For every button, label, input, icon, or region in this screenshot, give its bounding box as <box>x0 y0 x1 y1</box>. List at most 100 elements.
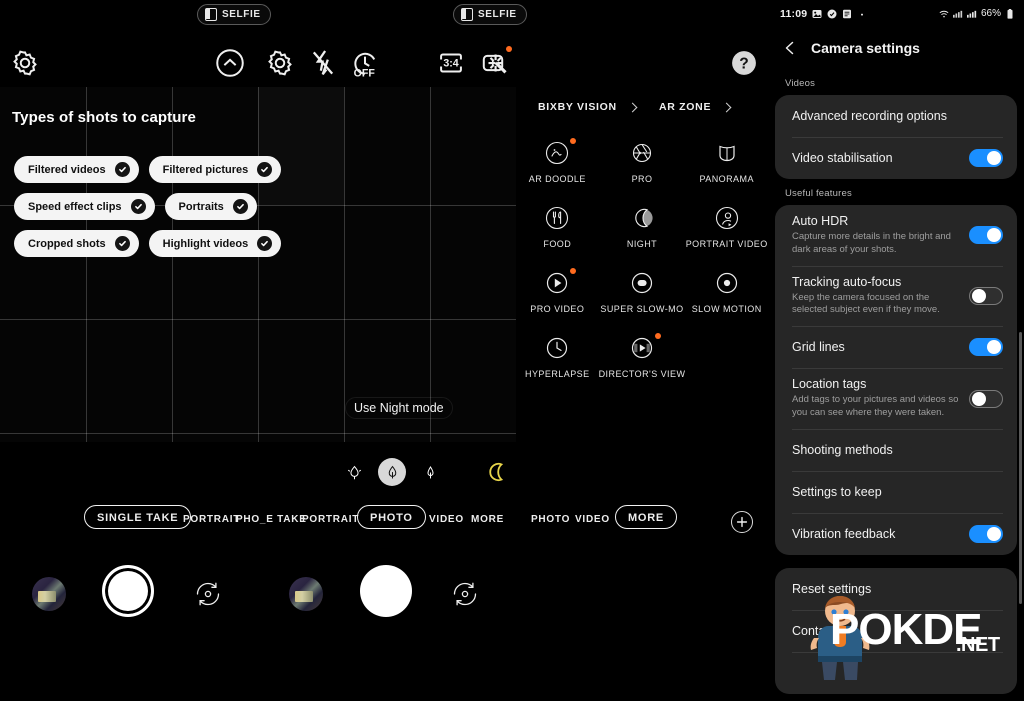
setting-title: Settings to keep <box>792 484 882 499</box>
setting-title: Auto HDR <box>792 214 849 228</box>
mode-more-selected[interactable]: MORE <box>615 505 677 529</box>
setting-settings-to-keep[interactable]: Settings to keep <box>775 470 1017 513</box>
mode-label: PANORAMA <box>699 174 754 184</box>
mode-pro[interactable]: PRO <box>599 139 686 184</box>
toggle-auto-hdr[interactable] <box>969 226 1003 245</box>
flip-camera-button[interactable] <box>188 574 228 614</box>
mode-super-slow-mo[interactable]: SUPER SLOW-MO <box>599 269 686 314</box>
flash-off-icon[interactable] <box>306 46 340 80</box>
shot-type-chip-group: Filtered videos Filtered pictures Speed … <box>14 156 314 267</box>
grid-line-horizontal <box>0 319 516 320</box>
filters-icon[interactable] <box>480 46 514 80</box>
flip-camera-button[interactable] <box>445 574 485 614</box>
selfie-panel-icon <box>461 8 473 21</box>
mode-pro-video[interactable]: PRO VIDEO <box>516 268 599 314</box>
mode-food[interactable]: FOOD <box>516 204 599 249</box>
chip-row: Filtered videos Filtered pictures <box>14 156 314 183</box>
notification-dot <box>570 138 577 144</box>
bixby-vision-link[interactable]: BIXBY VISION <box>538 101 638 113</box>
mode-label: PRO VIDEO <box>530 304 585 314</box>
setting-contact-us[interactable]: Contact us <box>775 609 1017 652</box>
setting-grid-lines[interactable]: Grid lines <box>775 326 1017 368</box>
settings-title: Camera settings <box>811 40 920 56</box>
zoom-tree-tele-icon[interactable] <box>416 458 444 486</box>
setting-video-stabilisation[interactable]: Video stabilisation <box>775 137 1017 179</box>
svg-text:?: ? <box>739 56 749 73</box>
add-mode-button[interactable] <box>731 511 753 533</box>
setting-advanced-recording-options[interactable]: Advanced recording options <box>775 95 1017 137</box>
chip-cropped-shots[interactable]: Cropped shots <box>14 230 139 257</box>
toggle-tracking-auto-focus[interactable] <box>969 286 1003 305</box>
mode-night[interactable]: NIGHT <box>599 204 686 249</box>
settings-scrollbar[interactable] <box>1019 332 1022 604</box>
help-icon[interactable]: ? <box>727 46 761 80</box>
shutter-button[interactable] <box>360 565 412 617</box>
chip-filtered-pictures[interactable]: Filtered pictures <box>148 156 282 183</box>
settings-card-useful-features: Auto HDR Capture more details in the bri… <box>775 205 1017 555</box>
mode-slow-motion[interactable]: SLOW MOTION <box>685 269 768 314</box>
mode-more-a[interactable]: MORE <box>471 508 504 532</box>
mode-photo-selected[interactable]: PHOTO <box>357 505 426 529</box>
back-icon[interactable] <box>782 40 798 56</box>
mode-single-take[interactable]: SINGLE TAKE <box>84 505 192 529</box>
svg-text:OFF: OFF <box>354 67 376 79</box>
app-icon <box>827 9 837 19</box>
aspect-ratio-icon[interactable]: 3:4 <box>434 46 468 80</box>
chevron-up-circle-icon[interactable] <box>213 46 247 80</box>
mode-directors-view[interactable]: DIRECTOR'S VIEW <box>599 333 686 379</box>
mode-ar-doodle[interactable]: AR DOODLE <box>516 138 599 184</box>
ar-zone-link[interactable]: AR ZONE <box>659 101 732 113</box>
selfie-badge[interactable]: SELFIE <box>453 4 527 25</box>
mode-video-b[interactable]: VIDEO <box>575 508 610 532</box>
toggle-grid-lines[interactable] <box>969 338 1003 357</box>
mode-portrait-video[interactable]: PORTRAIT VIDEO <box>685 204 768 249</box>
gallery-thumbnail[interactable] <box>289 577 323 611</box>
setting-vibration-feedback[interactable]: Vibration feedback <box>775 512 1017 555</box>
mode-panorama[interactable]: PANORAMA <box>685 139 768 184</box>
ar-doodle-icon <box>543 138 577 167</box>
panorama-icon <box>713 139 741 167</box>
mode-photo-b[interactable]: PHOTO <box>531 508 570 532</box>
mode-portrait-a[interactable]: PORTRAIT <box>183 508 240 532</box>
setting-placeholder-row <box>775 651 1017 694</box>
zoom-tree-normal-icon[interactable] <box>378 458 406 486</box>
check-icon <box>130 199 146 214</box>
setting-title: Shooting methods <box>792 442 893 457</box>
setting-location-tags[interactable]: Location tags Add tags to your pictures … <box>775 368 1017 429</box>
setting-reset-settings[interactable]: Reset settings <box>775 568 1017 610</box>
mode-photo-take[interactable]: PHO_E TAKE <box>236 508 307 532</box>
mode-hyperlapse[interactable]: HYPERLAPSE <box>516 334 599 379</box>
toggle-video-stabilisation[interactable] <box>969 149 1003 167</box>
gear-icon[interactable] <box>263 46 297 80</box>
screenshot-root: SELFIE SELFIE OFF 3:4 ? Types of shots t… <box>0 0 1024 701</box>
chip-speed-effect-clips[interactable]: Speed effect clips <box>14 193 155 220</box>
mode-video-a[interactable]: VIDEO <box>429 508 464 532</box>
setting-shooting-methods[interactable]: Shooting methods <box>775 428 1017 471</box>
check-icon <box>114 236 130 251</box>
page-title: Types of shots to capture <box>12 109 196 126</box>
mode-menu-panel: BIXBY VISION AR ZONE AR DOODLE PRO PANOR… <box>516 87 768 442</box>
setting-auto-hdr[interactable]: Auto HDR Capture more details in the bri… <box>775 205 1017 266</box>
setting-tracking-auto-focus[interactable]: Tracking auto-focus Keep the camera focu… <box>775 265 1017 327</box>
status-bar: 11:09 66% <box>768 0 1024 27</box>
crescent-moon-icon[interactable] <box>486 461 508 483</box>
svg-text:3:4: 3:4 <box>443 58 458 70</box>
setting-title: Location tags <box>792 377 867 392</box>
setting-title: Contact us <box>792 623 852 638</box>
timer-off-icon[interactable]: OFF <box>348 46 382 80</box>
zoom-tree-wide-icon[interactable] <box>340 458 368 486</box>
chip-portraits[interactable]: Portraits <box>164 193 257 220</box>
settings-card-misc: Reset settings Contact us <box>775 567 1017 694</box>
mode-portrait-b[interactable]: PORTRAIT <box>302 508 359 532</box>
chip-highlight-videos[interactable]: Highlight videos <box>148 230 282 257</box>
toggle-vibration-feedback[interactable] <box>969 524 1003 543</box>
toggle-location-tags[interactable] <box>969 389 1003 408</box>
gallery-thumbnail[interactable] <box>32 577 66 611</box>
setting-description: Keep the camera focused on the selected … <box>792 291 940 316</box>
selfie-badge[interactable]: SELFIE <box>197 4 271 25</box>
settings-icon[interactable] <box>8 46 42 80</box>
chip-filtered-videos[interactable]: Filtered videos <box>14 156 139 183</box>
shutter-button[interactable] <box>102 565 154 617</box>
notes-icon <box>842 9 852 19</box>
mode-label: SUPER SLOW-MO <box>600 304 684 314</box>
